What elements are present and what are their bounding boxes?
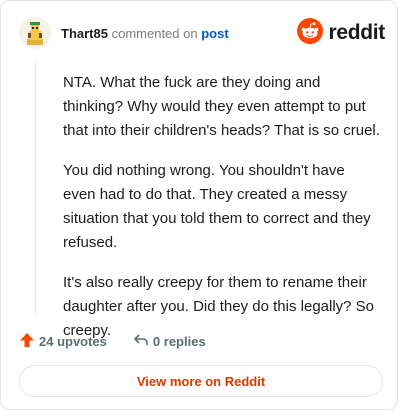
comment-actions: 24 upvotes 0 replies [19, 331, 206, 351]
reply-icon [133, 333, 153, 350]
username-link[interactable]: Thart85 [61, 26, 108, 41]
view-more-button[interactable]: View more on Reddit [19, 365, 383, 397]
comment-body: NTA. What the fuck are they doing and th… [63, 71, 381, 359]
reddit-logo-icon [297, 17, 324, 49]
comment-embed-card: Thart85 commented on post reddit NTA. Wh… [0, 0, 398, 410]
comment-meta: Thart85 commented on post [61, 26, 229, 41]
replies-count: 0 replies [152, 333, 206, 349]
comment-paragraph: You did nothing wrong. You shouldn't hav… [63, 162, 371, 251]
upvote-arrow-icon [19, 332, 39, 351]
comment-header: Thart85 commented on post reddit [19, 17, 385, 51]
reddit-wordmark: reddit [328, 21, 385, 44]
reddit-brand[interactable]: reddit [297, 17, 385, 49]
action-text: commented on [111, 26, 198, 41]
upvotes-count: 24 upvotes [39, 333, 107, 349]
replies-button[interactable]: 0 replies [133, 333, 206, 350]
post-link[interactable]: post [201, 26, 228, 41]
upvotes-button[interactable]: 24 upvotes [19, 332, 107, 351]
avatar[interactable] [19, 17, 51, 49]
thread-line [35, 63, 36, 313]
comment-paragraph: NTA. What the fuck are they doing and th… [63, 74, 380, 139]
